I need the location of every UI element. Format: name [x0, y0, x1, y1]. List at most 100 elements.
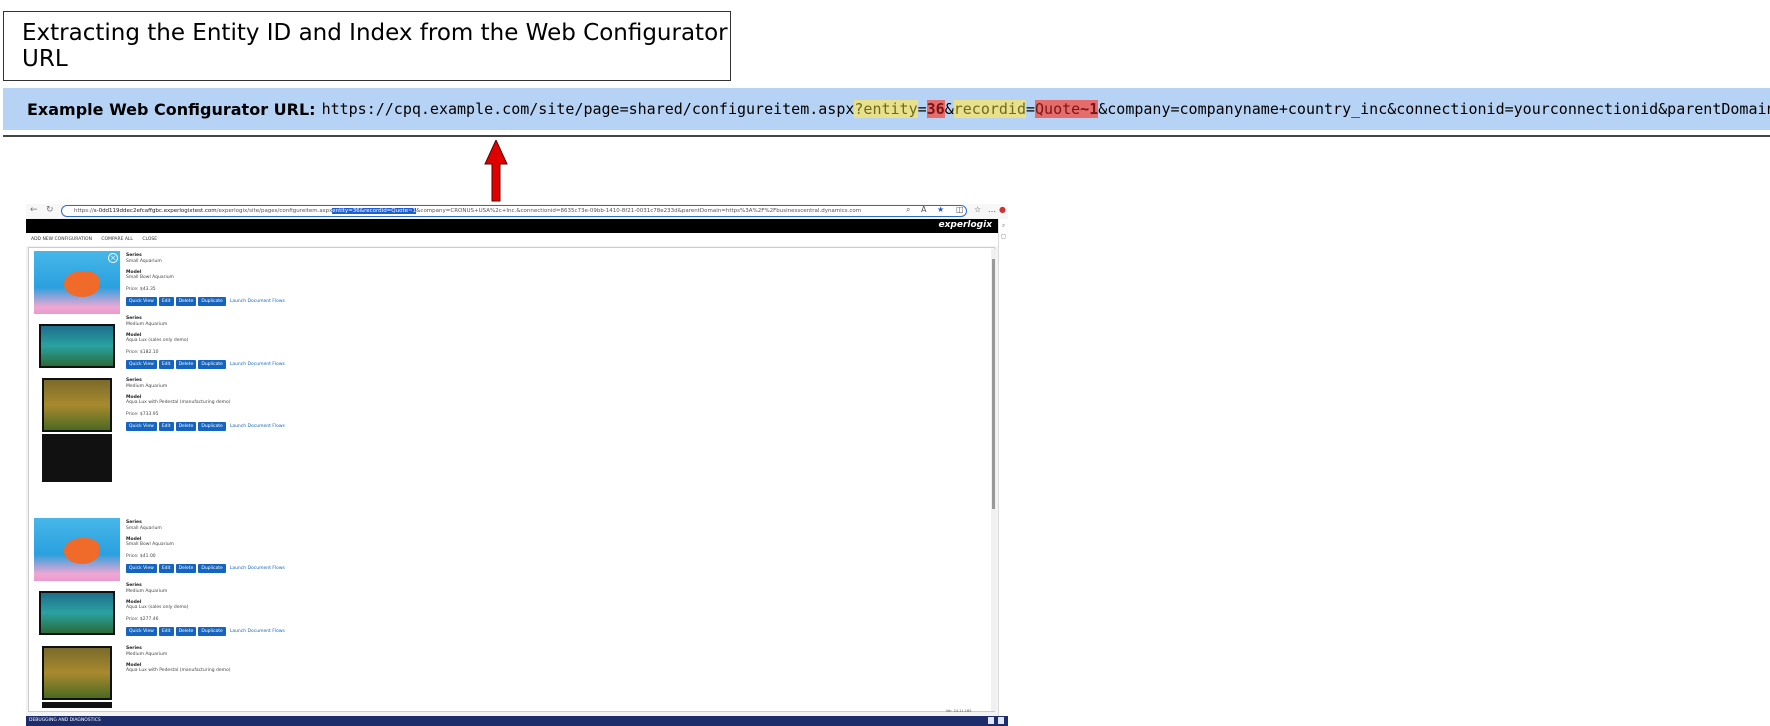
page-title-text: Extracting the Entity ID and Index from … [22, 20, 728, 72]
app-header: experlogix [26, 219, 998, 233]
list-item: Series Small Aquarium Model Small Bowl A… [34, 518, 454, 586]
url-base: https://cpq.example.com/site/page=shared… [321, 100, 855, 118]
url-banner: Example Web Configurator URL: https://cp… [3, 88, 1770, 130]
url-amp-1: & [944, 100, 954, 118]
item-details: Series Medium Aquarium Model Aqua Lux wi… [126, 646, 231, 674]
price: Price: $277.46 [126, 616, 159, 622]
quick-view-button[interactable]: Quick View [126, 564, 157, 573]
item-actions: Quick View Edit Delete Duplicate Launch … [126, 297, 285, 306]
series-label: Series [126, 378, 142, 383]
price: Price: $41.00 [126, 553, 156, 559]
duplicate-button[interactable]: Duplicate [198, 360, 226, 369]
zoom-icon[interactable]: ⌕ [906, 205, 910, 215]
series-value: Medium Aquarium [126, 383, 168, 389]
duplicate-button[interactable]: Duplicate [198, 564, 226, 573]
edit-button[interactable]: Edit [158, 360, 174, 369]
scrollbar-thumb[interactable] [992, 259, 995, 509]
url-rest: &company=companyname+country_inc&connect… [1098, 100, 1770, 118]
status-text: DEBUGGING AND DIAGNOSTICS [29, 718, 101, 723]
edit-button[interactable]: Edit [158, 564, 174, 573]
item-image [34, 376, 120, 484]
series-value: Medium Aquarium [126, 321, 168, 327]
duplicate-button[interactable]: Duplicate [198, 297, 226, 306]
launch-document-flows-link[interactable]: Launch Document Flows [230, 424, 285, 429]
item-details: Series Small Aquarium Model Small Bowl A… [126, 253, 174, 292]
series-value: Medium Aquarium [126, 588, 168, 594]
list-item: Series Medium Aquarium Model Aqua Lux (s… [34, 581, 454, 649]
delete-button[interactable]: Delete [175, 360, 197, 369]
quick-view-button[interactable]: Quick View [126, 297, 157, 306]
quick-view-button[interactable]: Quick View [126, 422, 157, 431]
panel-icon[interactable] [988, 717, 994, 724]
series-value: Small Aquarium [126, 525, 162, 531]
model-value: Aqua Lux (sales only demo) [126, 605, 189, 611]
launch-document-flows-link[interactable]: Launch Document Flows [230, 566, 285, 571]
version-label: Ver. 24.11.165 [946, 709, 972, 713]
item-actions: Quick View Edit Delete Duplicate Launch … [126, 564, 285, 573]
delete-button[interactable]: Delete [175, 627, 197, 636]
remove-icon[interactable]: × [108, 253, 118, 263]
edit-button[interactable]: Edit [158, 297, 174, 306]
item-details: Series Medium Aquarium Model Aqua Lux wi… [126, 378, 231, 417]
address-path: /experlogix/site/pages/configureitem.asp… [216, 208, 333, 214]
url-recordid-value: Quote [1035, 100, 1081, 118]
delete-button[interactable]: Delete [175, 297, 197, 306]
page-title: Extracting the Entity ID and Index from … [3, 11, 731, 81]
series-label: Series [126, 520, 142, 525]
split-icon[interactable]: ◫ [956, 205, 964, 214]
back-icon[interactable]: ← [30, 205, 38, 215]
edit-button[interactable]: Edit [158, 627, 174, 636]
add-configuration-button[interactable]: ADD NEW CONFIGURATION [31, 237, 92, 242]
status-bar: DEBUGGING AND DIAGNOSTICS [26, 716, 1008, 726]
search-icon[interactable]: ⌕ [999, 222, 1008, 230]
launch-document-flows-link[interactable]: Launch Document Flows [230, 299, 285, 304]
item-details: Series Medium Aquarium Model Aqua Lux (s… [126, 583, 188, 622]
series-label: Series [126, 253, 142, 258]
url-entity-value: 36 [926, 100, 945, 118]
model-value: Small Bowl Aquarium [126, 542, 174, 548]
compare-all-button[interactable]: COMPARE ALL [101, 237, 133, 242]
price: Price: $182.10 [126, 349, 159, 355]
item-details: Series Medium Aquarium Model Aqua Lux (s… [126, 316, 188, 355]
embedded-screenshot: ← ↻ https://s-0dd119ddec2efcaffgbc.exper… [26, 204, 1008, 726]
feedback-icon[interactable]: ▢ [999, 233, 1008, 240]
duplicate-button[interactable]: Duplicate [198, 627, 226, 636]
item-image [34, 644, 120, 708]
url-recordid-index: ~1 [1080, 100, 1099, 118]
launch-document-flows-link[interactable]: Launch Document Flows [230, 362, 285, 367]
side-panel: ⌕ ▢ [998, 219, 1008, 716]
address-selected: entity=36&recordid=Quote~1 [332, 208, 417, 214]
divider-line [3, 135, 1770, 137]
item-image: × [34, 251, 120, 317]
expand-icon[interactable] [998, 717, 1004, 724]
example-url: https://cpq.example.com/site/page=shared… [322, 100, 1770, 118]
series-label: Series [126, 316, 142, 321]
list-item: Series Medium Aquarium Model Aqua Lux wi… [34, 644, 454, 708]
series-label: Series [126, 583, 142, 588]
quick-view-button[interactable]: Quick View [126, 627, 157, 636]
url-eq-2: = [1025, 100, 1036, 118]
delete-button[interactable]: Delete [175, 564, 197, 573]
read-aloud-icon[interactable]: A [921, 205, 926, 214]
address-host: s-0dd119ddec2efcaffgbc.experlogixtest.co… [93, 208, 217, 214]
list-item: Series Medium Aquarium Model Aqua Lux (s… [34, 314, 454, 382]
model-value: Aqua Lux (sales only demo) [126, 338, 189, 344]
favorite-star-icon[interactable]: ★ [937, 205, 944, 214]
edit-button[interactable]: Edit [158, 422, 174, 431]
series-label: Series [126, 646, 142, 651]
model-value: Aqua Lux with Pedestal (manufacturing de… [126, 400, 231, 406]
address-rest: &company=CRONUS+USA%2c+Inc.&connectionid… [416, 208, 862, 214]
duplicate-button[interactable]: Duplicate [198, 422, 226, 431]
address-bar[interactable]: https://s-0dd119ddec2efcaffgbc.experlogi… [61, 205, 967, 217]
close-button[interactable]: CLOSE [142, 237, 157, 242]
quick-view-button[interactable]: Quick View [126, 360, 157, 369]
more-icon[interactable]: … [988, 205, 996, 214]
delete-button[interactable]: Delete [175, 422, 197, 431]
copilot-icon[interactable]: ● [999, 205, 1006, 214]
list-item: Series Medium Aquarium Model Aqua Lux wi… [34, 376, 454, 486]
launch-document-flows-link[interactable]: Launch Document Flows [230, 629, 285, 634]
favorites-icon[interactable]: ☆ [974, 205, 981, 214]
refresh-icon[interactable]: ↻ [46, 205, 54, 215]
item-actions: Quick View Edit Delete Duplicate Launch … [126, 627, 285, 636]
series-value: Small Aquarium [126, 258, 162, 264]
